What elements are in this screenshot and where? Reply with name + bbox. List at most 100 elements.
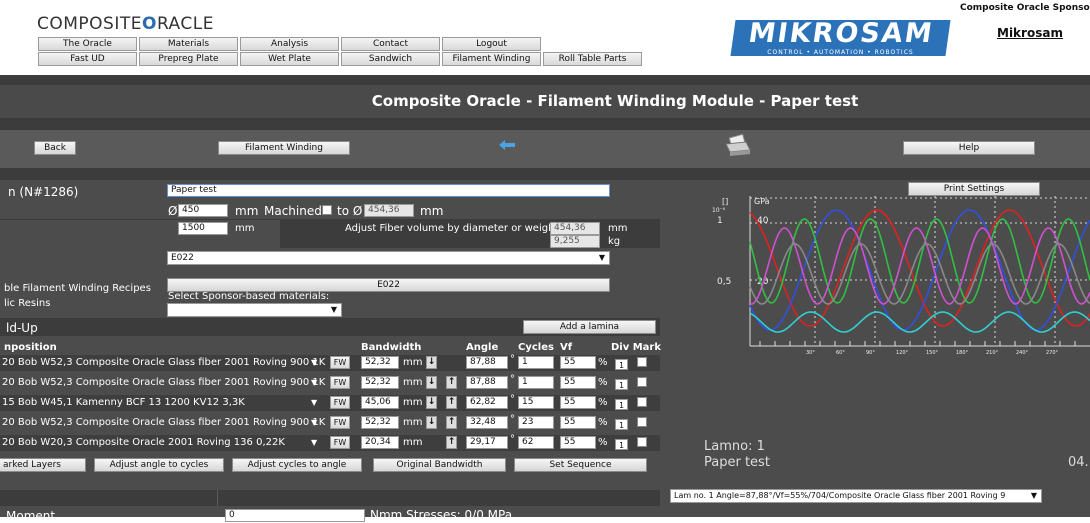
- set-sequence-button[interactable]: Set Sequence: [514, 458, 647, 472]
- angle-input[interactable]: 29,17: [466, 436, 508, 449]
- nav-prepreg-plate[interactable]: Prepreg Plate: [139, 52, 238, 66]
- vf-input[interactable]: 55: [560, 436, 596, 449]
- mark-checkbox[interactable]: [637, 417, 647, 427]
- div-input[interactable]: 1: [615, 399, 628, 410]
- vf-input[interactable]: 55: [560, 376, 596, 389]
- mark-checkbox[interactable]: [637, 437, 647, 447]
- bandwidth-input[interactable]: 20,34: [361, 436, 399, 449]
- chevron-down-icon[interactable]: ▼: [311, 438, 317, 447]
- length-input[interactable]: 1500: [178, 222, 228, 235]
- back-button[interactable]: Back: [34, 141, 76, 155]
- cycles-input[interactable]: 62: [518, 436, 554, 449]
- col-angle: Angle: [466, 342, 499, 353]
- logo-text-left: COMPOSITE: [37, 14, 142, 34]
- angle-input[interactable]: 87,88: [466, 376, 508, 389]
- vf-input[interactable]: 55: [560, 416, 596, 429]
- adjust-weight-input[interactable]: 9,255: [550, 235, 600, 248]
- chart-date: 04.: [1068, 455, 1089, 470]
- filament-winding-button[interactable]: Filament Winding: [218, 141, 350, 155]
- mark-checkbox[interactable]: [637, 357, 647, 367]
- mark-checkbox[interactable]: [637, 397, 647, 407]
- arrow-up-icon[interactable]: ↑: [446, 436, 457, 449]
- cycles-input[interactable]: 15: [518, 396, 554, 409]
- fw-button[interactable]: FW: [330, 376, 350, 389]
- sponsor-link[interactable]: Mikrosam: [997, 26, 1063, 40]
- div-input[interactable]: 1: [615, 419, 628, 430]
- nav-analysis[interactable]: Analysis: [240, 37, 339, 51]
- fw-button[interactable]: FW: [330, 416, 350, 429]
- chevron-down-icon[interactable]: ▼: [311, 418, 317, 427]
- div-input[interactable]: 1: [615, 439, 628, 450]
- chevron-down-icon[interactable]: ▼: [311, 378, 317, 387]
- nav-roll-table-parts[interactable]: Roll Table Parts: [543, 52, 642, 66]
- sponsor-materials-select[interactable]: ▼: [167, 303, 342, 317]
- mark-checkbox[interactable]: [637, 377, 647, 387]
- diameter-symbol: Ø: [168, 204, 178, 218]
- div-input[interactable]: 1: [615, 359, 628, 370]
- arrow-up-icon[interactable]: ↑: [446, 376, 457, 389]
- bandwidth-input[interactable]: 52,32: [361, 416, 399, 429]
- bandwidth-input[interactable]: 45,06: [361, 396, 399, 409]
- fw-button[interactable]: FW: [330, 356, 350, 369]
- lamina-select[interactable]: Lam no. 1 Angle=87,88°/Vf=55%/704/Compos…: [670, 489, 1042, 503]
- nav-logout[interactable]: Logout: [442, 37, 541, 51]
- arrow-up-icon[interactable]: ↑: [446, 396, 457, 409]
- project-name-input[interactable]: Paper test: [167, 184, 610, 197]
- fw-button[interactable]: FW: [330, 396, 350, 409]
- cycles-input[interactable]: 23: [518, 416, 554, 429]
- nav-wet-plate[interactable]: Wet Plate: [240, 52, 339, 66]
- angle-input[interactable]: 87,88: [466, 356, 508, 369]
- arrow-down-icon[interactable]: ↓: [426, 396, 437, 409]
- help-button[interactable]: Help: [903, 141, 1035, 155]
- col-composition: nposition: [4, 342, 57, 353]
- chevron-down-icon: ▼: [330, 305, 337, 314]
- vf-input[interactable]: 55: [560, 356, 596, 369]
- nav-sandwich[interactable]: Sandwich: [341, 52, 440, 66]
- recipe-button[interactable]: E022: [167, 278, 610, 292]
- nav-materials[interactable]: Materials: [139, 37, 238, 51]
- print-settings-button[interactable]: Print Settings: [908, 182, 1040, 196]
- nav-contact[interactable]: Contact: [341, 37, 440, 51]
- adjust-angle-button[interactable]: Adjust angle to cycles: [94, 458, 224, 472]
- machined-diameter-input[interactable]: 454,36: [364, 204, 414, 217]
- adjust-cycles-button[interactable]: Adjust cycles to angle: [232, 458, 362, 472]
- cycles-input[interactable]: 1: [518, 356, 554, 369]
- nav-filament-winding[interactable]: Filament Winding: [442, 52, 541, 66]
- moment-label: Moment: [6, 509, 56, 523]
- arrow-up-icon[interactable]: ↑: [446, 416, 457, 429]
- buildup-label: ld-Up: [6, 321, 38, 335]
- composite-oracle-logo[interactable]: COMPOSITEORACLE: [37, 14, 214, 34]
- recipe-select[interactable]: E022 ▼: [167, 251, 610, 265]
- cycles-input[interactable]: 1: [518, 376, 554, 389]
- fw-button[interactable]: FW: [330, 436, 350, 449]
- nav-fast-ud[interactable]: Fast UD: [38, 52, 137, 66]
- vf-unit: %: [598, 417, 608, 428]
- chevron-down-icon[interactable]: ▼: [311, 358, 317, 367]
- arrow-down-icon[interactable]: ↓: [426, 356, 437, 369]
- angle-input[interactable]: 62,82: [466, 396, 508, 409]
- vf-input[interactable]: 55: [560, 396, 596, 409]
- adjust-diameter-input[interactable]: 454,36: [550, 222, 600, 235]
- page-title-bar: Composite Oracle - Filament Winding Modu…: [0, 85, 1090, 118]
- left-arrow-icon[interactable]: [497, 137, 517, 153]
- arrow-down-icon[interactable]: ↓: [426, 376, 437, 389]
- machined-checkbox[interactable]: [322, 205, 332, 215]
- chevron-down-icon: ▼: [598, 253, 605, 262]
- add-lamina-button[interactable]: Add a lamina: [523, 320, 656, 334]
- chevron-down-icon[interactable]: ▼: [311, 398, 317, 407]
- bandwidth-input[interactable]: 52,32: [361, 356, 399, 369]
- printer-icon[interactable]: [724, 133, 752, 158]
- angle-input[interactable]: 32,48: [466, 416, 508, 429]
- vf-unit: %: [598, 437, 608, 448]
- nav-the-oracle[interactable]: The Oracle: [38, 37, 137, 51]
- machined-label: Machined: [264, 204, 322, 218]
- original-bandwidth-button[interactable]: Original Bandwidth: [373, 458, 506, 472]
- arrow-down-icon[interactable]: ↓: [426, 416, 437, 429]
- moment-input[interactable]: 0: [225, 509, 365, 522]
- marked-layers-button[interactable]: arked Layers: [0, 458, 86, 472]
- series-green-line: [749, 218, 1090, 304]
- diameter-input[interactable]: 450: [178, 204, 228, 217]
- sponsor-materials-label: Select Sponsor-based materials:: [168, 291, 330, 302]
- bandwidth-input[interactable]: 52,32: [361, 376, 399, 389]
- div-input[interactable]: 1: [615, 379, 628, 390]
